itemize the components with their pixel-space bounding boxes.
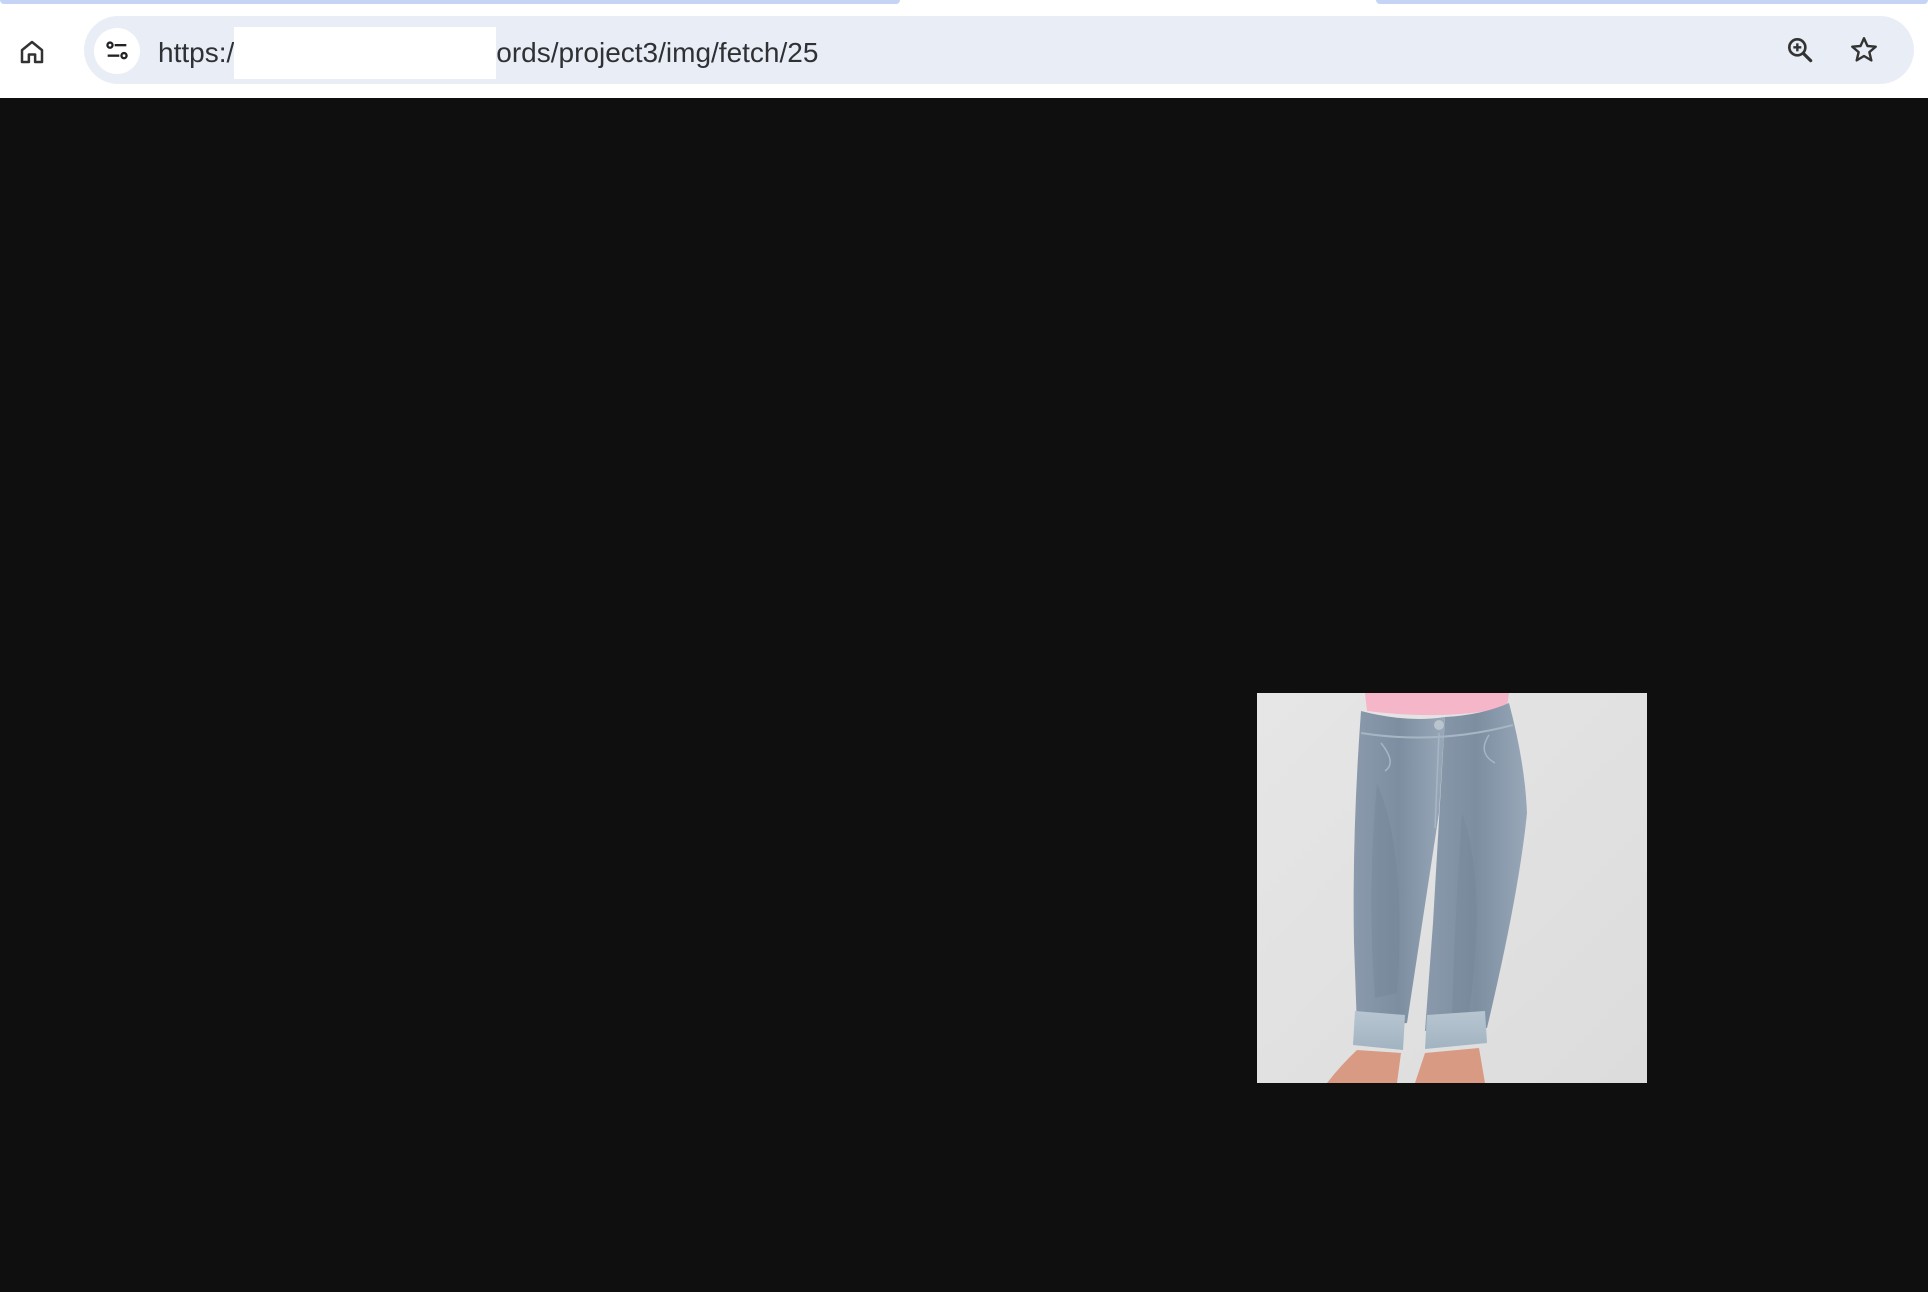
home-icon [20, 40, 44, 64]
bookmark-button[interactable] [1844, 30, 1884, 70]
browser-toolbar: https:/ ords/project3/img/fetch/25 [0, 16, 1928, 99]
star-icon [1851, 37, 1877, 62]
product-image [1257, 693, 1647, 1083]
tab-indicator [1376, 0, 1928, 4]
tab-strip [0, 0, 1928, 16]
home-button[interactable] [12, 32, 52, 72]
tune-icon [106, 41, 128, 60]
site-info-button[interactable] [94, 28, 140, 74]
url-text[interactable]: https:/ ords/project3/img/fetch/25 [158, 27, 819, 79]
redacted-region [234, 27, 497, 79]
jeans-illustration [1257, 693, 1647, 1083]
address-bar[interactable]: https:/ ords/project3/img/fetch/25 [84, 16, 1914, 84]
url-path: ords/project3/img/fetch/25 [496, 37, 819, 68]
zoom-in-icon [1788, 37, 1813, 63]
url-prefix: https:/ [158, 37, 235, 68]
zoom-button[interactable] [1780, 30, 1820, 70]
active-tab-indicator [0, 0, 900, 4]
